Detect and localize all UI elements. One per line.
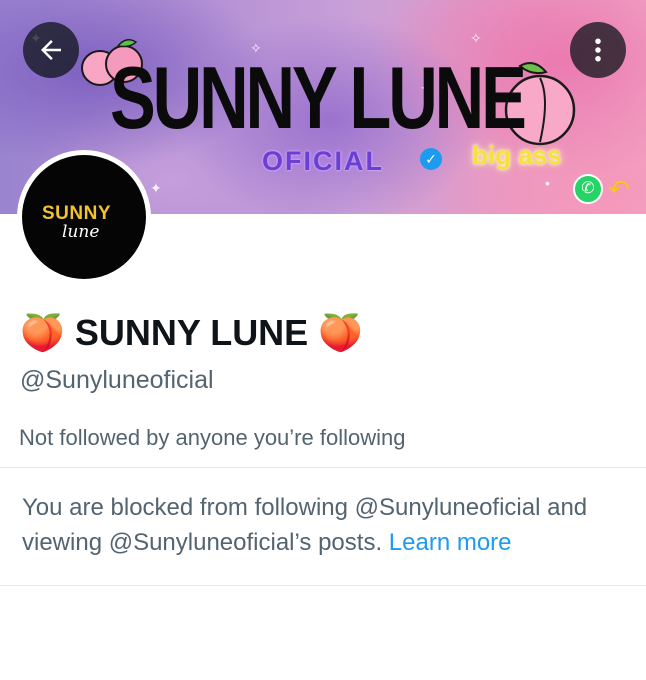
- reply-arrow-icon: ↶: [608, 174, 630, 204]
- blocked-notice: You are blocked from following @Sunylune…: [22, 490, 622, 560]
- banner-tagline: big ass: [472, 140, 562, 170]
- whatsapp-icon: ✆: [573, 174, 603, 204]
- back-button[interactable]: [23, 22, 79, 78]
- banner-oficial-text: OFICIAL: [262, 146, 384, 176]
- sparkle-icon: ✦: [150, 180, 162, 196]
- peach-emoji-icon: 🍑: [20, 312, 65, 353]
- peach-emoji-icon: 🍑: [318, 312, 364, 353]
- sparkle-icon: •: [545, 175, 550, 191]
- avatar[interactable]: SUNNY lune: [17, 150, 151, 284]
- divider: [0, 467, 646, 468]
- more-options-button[interactable]: [570, 22, 626, 78]
- avatar-text-lune: lune: [62, 222, 100, 242]
- profile-handle: @Sunyluneoficial: [20, 366, 214, 394]
- avatar-image: SUNNY lune: [22, 155, 146, 279]
- arrow-left-icon: [41, 40, 61, 60]
- more-vertical-icon: [595, 38, 601, 62]
- sparkle-icon: ✧: [470, 30, 482, 46]
- profile-name: SUNNY LUNE: [74, 312, 309, 353]
- learn-more-link[interactable]: Learn more: [389, 529, 512, 556]
- verified-badge-icon: ✓: [420, 148, 442, 170]
- profile-display-name: 🍑 SUNNY LUNE 🍑: [20, 310, 363, 356]
- divider: [0, 585, 646, 586]
- followed-by-text: Not followed by anyone you’re following: [19, 425, 406, 450]
- banner-title: SUNNY LUNE: [110, 48, 527, 147]
